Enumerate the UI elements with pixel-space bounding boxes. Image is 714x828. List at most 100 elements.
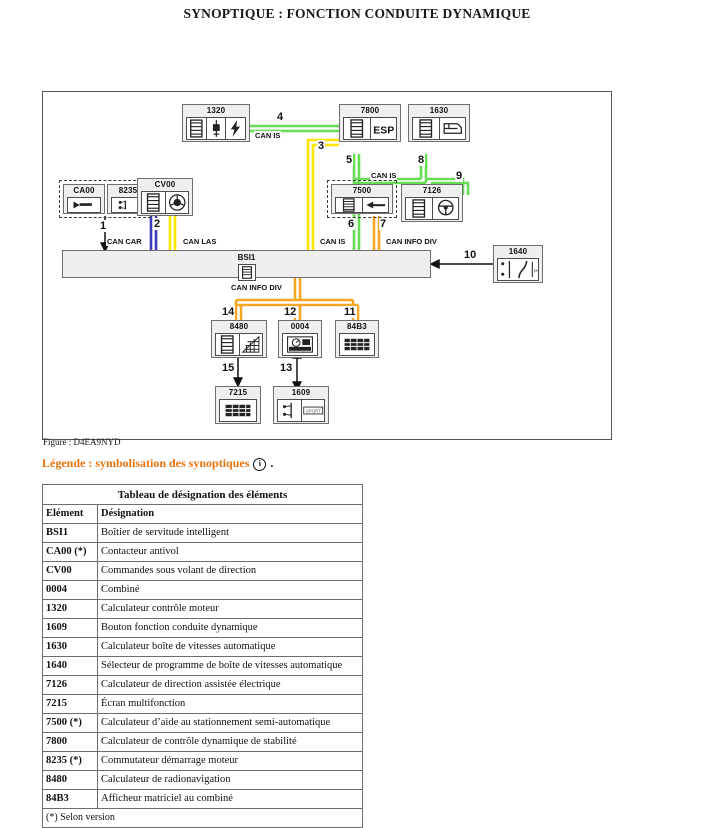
designation-table-body: Tableau de désignation des éléments Elém… [42, 484, 363, 828]
figure-caption: Figure : D4EA9NYD [43, 437, 121, 447]
svg-text:SPORT: SPORT [305, 409, 320, 414]
module-1609[interactable]: 1609 SPORT [273, 386, 329, 424]
column-header-element: Elément [42, 504, 98, 524]
link-number-13: 13 [279, 362, 294, 374]
row-code: 7800 [42, 732, 98, 752]
table-row: 84B3 Afficheur matriciel au combiné [42, 789, 363, 809]
module-7126[interactable]: 7126 [401, 184, 463, 222]
module-1640-label: 1640 [508, 247, 528, 256]
module-7126-label: 7126 [422, 186, 442, 195]
synoptic-diagram: 1320 7800 ESP 1630 CA00 8235 CV00 7500 7… [42, 91, 612, 440]
steering-wheel-icon [432, 198, 458, 219]
module-bsi1-label: BSI1 [237, 253, 256, 262]
spark-plug-icon [206, 118, 227, 139]
row-code: BSI1 [42, 523, 98, 543]
module-bsi1[interactable]: BSI1 [62, 250, 431, 281]
bus-label-can-is-mid: CAN IS [370, 171, 398, 180]
module-1320[interactable]: 1320 [182, 104, 250, 142]
connector-icon [344, 118, 371, 139]
row-code: 7126 [42, 675, 98, 695]
row-code: CV00 [42, 561, 98, 581]
link-number-15: 15 [221, 362, 236, 374]
module-8480[interactable]: 8480 [211, 320, 267, 358]
row-code: 1320 [42, 599, 98, 619]
table-row: 7500 (*) Calculateur d’aide au stationnem… [42, 713, 363, 733]
module-84b3-icons [339, 333, 375, 356]
table-row: 0004 Combiné [42, 580, 363, 600]
legend-label: Légende : symbolisation des synoptiques [42, 456, 250, 470]
row-designation: Écran multifonction [97, 694, 363, 714]
connector-icon [413, 118, 440, 139]
table-footnote-row: (*) Selon version [42, 808, 363, 828]
connector-icon [142, 192, 166, 213]
module-0004[interactable]: 0004 [278, 320, 322, 358]
row-designation: Commandes sous volant de direction [97, 561, 363, 581]
bus-label-can-info-div-bottom: CAN INFO DIV [230, 283, 283, 292]
connector-icon [406, 198, 433, 219]
antitheft-contactor-icon [68, 198, 100, 212]
info-icon[interactable]: i [253, 458, 267, 471]
table-row: CV00 Commandes sous volant de direction [42, 561, 363, 581]
module-1640-icons: PRND [497, 258, 548, 281]
row-designation: Sélecteur de programme de boîte de vites… [97, 656, 363, 676]
svg-text:PRND: PRND [534, 268, 538, 274]
link-number-14: 14 [221, 306, 236, 318]
table-row: 7126 Calculateur de direction assistée él… [42, 675, 363, 695]
module-8480-icons [215, 333, 263, 356]
svg-text:ESP: ESP [373, 124, 394, 136]
row-designation: Bouton fonction conduite dynamique [97, 618, 363, 638]
module-ca00-label: CA00 [73, 186, 95, 195]
module-7215-label: 7215 [228, 388, 248, 397]
row-code: 7500 (*) [42, 713, 98, 733]
link-number-9: 9 [455, 170, 464, 182]
esp-text-icon: ESP [370, 118, 396, 139]
legend-line[interactable]: Légende : symbolisation des synoptiques … [42, 456, 273, 471]
module-84b3[interactable]: 84B3 [335, 320, 379, 358]
module-7500[interactable]: 7500 [331, 184, 393, 214]
label-plate-icon: SPORT [301, 400, 324, 421]
push-button-icon [278, 400, 302, 421]
link-number-12: 12 [283, 306, 298, 318]
table-caption-row: Tableau de désignation des éléments [42, 484, 363, 505]
page-title: SYNOPTIQUE : FONCTION CONDUITE DYNAMIQUE [183, 6, 531, 21]
row-designation: Calculateur de contrôle dynamique de sta… [97, 732, 363, 752]
link-number-8: 8 [417, 154, 426, 166]
row-designation: Boîtier de servitude intelligent [97, 523, 363, 543]
table-row: BSI1 Boîtier de servitude intelligent [42, 523, 363, 543]
module-cv00[interactable]: CV00 [137, 178, 193, 216]
row-code: 7215 [42, 694, 98, 714]
module-7800[interactable]: 7800 ESP [339, 104, 401, 142]
instrument-cluster-icon [283, 334, 317, 355]
module-7215[interactable]: 7215 [215, 386, 261, 424]
row-designation: Contacteur antivol [97, 542, 363, 562]
table-row: 1630 Calculateur boîte de vitesses automa… [42, 637, 363, 657]
row-code: 1630 [42, 637, 98, 657]
module-7126-icons [405, 197, 459, 220]
link-number-3: 3 [317, 140, 326, 152]
table-row: 1640 Sélecteur de programme de boîte de v… [42, 656, 363, 676]
multifunction-screen-icon [220, 400, 256, 421]
connector-icon [336, 198, 363, 212]
module-0004-icons [282, 333, 318, 356]
table-row: 1320 Calculateur contrôle moteur [42, 599, 363, 619]
module-ca00[interactable]: CA00 [63, 184, 105, 214]
module-cv00-icons [141, 191, 189, 214]
bus-label-can-is-bsi: CAN IS [319, 237, 347, 246]
module-1640[interactable]: 1640 PRND [493, 245, 548, 283]
designation-table: Tableau de désignation des éléments Elém… [42, 484, 363, 828]
bus-label-can-info-div-top: CAN INFO DIV [385, 237, 438, 246]
bus-label-can-is-top: CAN IS [254, 131, 282, 140]
link-number-7: 7 [379, 218, 388, 230]
table-row: 7800 Calculateur de contrôle dynamique de… [42, 732, 363, 752]
row-designation: Commutateur démarrage moteur [97, 751, 363, 771]
link-number-2: 2 [153, 218, 162, 230]
table-header-row: Elément Désignation [42, 504, 363, 524]
row-code: CA00 (*) [42, 542, 98, 562]
link-number-10: 10 [463, 249, 478, 261]
module-1630[interactable]: 1630 [408, 104, 470, 142]
table-row: 1609 Bouton fonction conduite dynamique [42, 618, 363, 638]
row-designation: Calculateur d’aide au stationnement semi… [97, 713, 363, 733]
connector-icon [237, 264, 256, 281]
row-code: 0004 [42, 580, 98, 600]
column-header-designation: Désignation [97, 504, 363, 524]
